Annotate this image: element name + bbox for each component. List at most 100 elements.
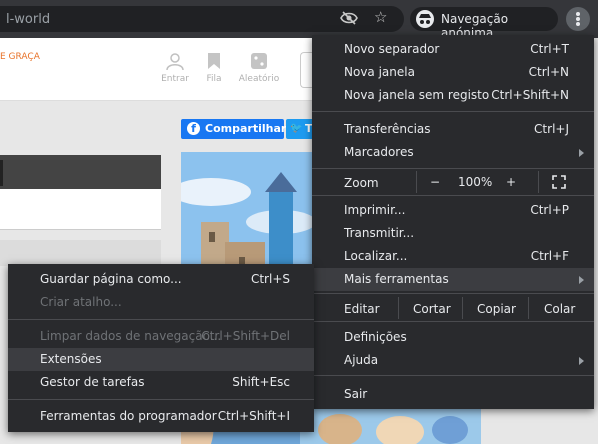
twitter-share-button[interactable]: 🐦 T [286,119,313,139]
menu-zoom-row: Zoom − 100% + [312,171,594,193]
submenu-item-create-shortcut: Criar atalho... [8,291,314,314]
eye-slash-icon[interactable] [340,11,358,28]
twitter-icon: 🐦 [290,123,303,134]
menu-item-label: Ferramentas do programador [40,409,217,423]
menu-item-label: Nova janela sem registo [344,88,490,102]
menu-item-more-tools[interactable]: Mais ferramentas [312,268,594,291]
incognito-icon [415,10,435,31]
zoom-divider [538,171,539,193]
menu-separator [8,319,314,320]
menu-item-label: Nova janela [344,65,415,79]
nav-random[interactable]: Aleatório [237,52,281,84]
menu-separator [312,195,594,196]
menu-item-new-window[interactable]: Nova janela Ctrl+N [312,61,594,84]
menu-item-downloads[interactable]: Transferências Ctrl+J [312,118,594,141]
bookmark-icon [192,52,236,74]
menu-dot-icon [576,22,580,26]
more-tools-submenu: Guardar página como... Ctrl+S Criar atal… [8,264,314,432]
panel-accent [0,160,3,186]
menu-item-label: Marcadores [344,145,414,159]
menu-item-shortcut: Ctrl+Shift+N [491,88,569,102]
menu-item-label: Gestor de tarefas [40,375,145,389]
submenu-item-task-manager[interactable]: Gestor de tarefas Shift+Esc [8,371,314,394]
menu-dot-icon [576,12,580,16]
menu-item-settings[interactable]: Definições [312,326,594,349]
edit-divider [462,297,463,319]
browser-menu-button[interactable] [566,7,590,31]
nav-login[interactable]: Entrar [153,52,197,84]
copy-button[interactable]: Copiar [477,302,516,316]
menu-item-label: Ajuda [344,353,379,367]
nav-queue[interactable]: Fila [192,52,236,84]
menu-item-bookmarks[interactable]: Marcadores [312,141,594,164]
menu-item-label: Novo separador [344,42,440,56]
menu-item-help[interactable]: Ajuda [312,349,594,372]
user-icon [153,52,197,74]
nav-queue-label: Fila [206,74,222,84]
menu-item-print[interactable]: Imprimir... Ctrl+P [312,199,594,222]
cut-button[interactable]: Cortar [413,302,451,316]
zoom-level: 100% [458,175,493,189]
menu-item-shortcut: Ctrl+P [530,203,569,217]
menu-item-cast[interactable]: Transmitir... [312,222,594,245]
menu-dot-icon [576,17,580,21]
edit-divider [528,297,529,319]
menu-separator [312,293,594,294]
menu-item-shortcut: Ctrl+F [530,249,569,263]
menu-item-new-tab[interactable]: Novo separador Ctrl+T [312,38,594,61]
collapsed-panel[interactable] [0,240,161,266]
menu-separator [312,321,594,322]
nav-random-label: Aleatório [238,74,280,84]
fullscreen-icon[interactable] [552,175,566,192]
paste-button[interactable]: Colar [544,302,575,316]
content-card [0,189,161,230]
menu-item-label: Criar atalho... [40,295,122,309]
menu-item-shortcut: Ctrl+J [534,122,569,136]
zoom-in-button[interactable]: + [506,175,516,189]
zoom-out-button[interactable]: − [430,175,440,189]
site-header: E GRAÇA Entrar Fila Aleatório [0,38,315,101]
submenu-item-dev-tools[interactable]: Ferramentas do programador Ctrl+Shift+I [8,405,314,428]
menu-item-shortcut: Ctrl+Shift+Del [201,329,290,343]
menu-item-label: Definições [344,330,407,344]
menu-separator [312,111,594,112]
menu-item-exit[interactable]: Sair [312,383,594,406]
submenu-item-save-page[interactable]: Guardar página como... Ctrl+S [8,268,314,291]
menu-item-label: Sair [344,387,368,401]
menu-item-shortcut: Ctrl+T [530,42,569,56]
url-text[interactable]: l-world [6,12,50,27]
dice-icon [237,52,281,74]
nav-login-label: Entrar [161,74,189,84]
menu-item-shortcut: Ctrl+S [250,272,290,286]
menu-item-shortcut: Shift+Esc [232,375,290,389]
menu-item-label: Limpar dados de navegação... [40,329,222,343]
menu-item-label: Extensões [40,352,102,366]
incognito-indicator[interactable]: Navegação anónima [410,7,558,40]
bookmark-star-icon[interactable]: ☆ [374,10,387,25]
menu-edit-row: Editar Cortar Copiar Colar [312,297,594,319]
menu-item-shortcut: Ctrl+N [528,65,569,79]
menu-item-label: Localizar... [344,249,408,263]
submenu-arrow-icon [579,276,584,284]
anime-cover-image-bottom [300,408,481,444]
menu-item-label: Transferências [344,122,431,136]
dark-panel-header [0,155,161,189]
menu-item-find[interactable]: Localizar... Ctrl+F [312,245,594,268]
zoom-label: Zoom [344,176,379,190]
menu-separator [312,375,594,376]
edit-label: Editar [344,302,380,316]
site-tagline: E GRAÇA [0,52,40,62]
facebook-share-button[interactable]: f Compartilhar [181,119,287,139]
browser-main-menu: Novo separador Ctrl+T Nova janela Ctrl+N… [312,35,594,409]
menu-item-label: Imprimir... [344,203,406,217]
facebook-icon: f [187,122,200,135]
menu-item-label: Transmitir... [344,226,415,240]
facebook-share-label: Compartilhar [205,122,287,135]
menu-separator [8,399,314,400]
submenu-item-clear-data: Limpar dados de navegação... Ctrl+Shift+… [8,325,314,348]
submenu-arrow-icon [579,149,584,157]
submenu-item-extensions[interactable]: Extensões [8,348,314,371]
menu-separator [312,168,594,169]
menu-item-new-incognito-window[interactable]: Nova janela sem registo Ctrl+Shift+N [312,84,594,107]
edit-divider [398,297,399,319]
